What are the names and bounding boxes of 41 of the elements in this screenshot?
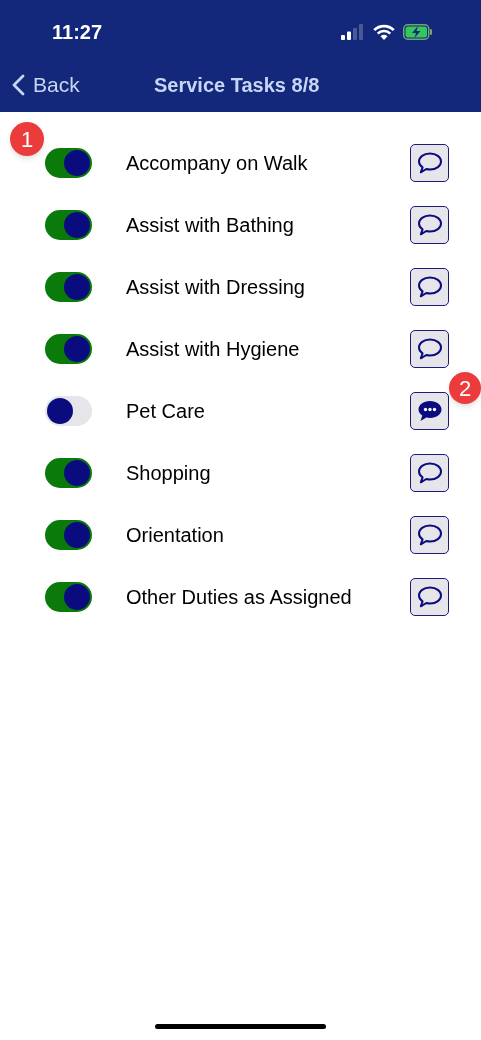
toggle-switch[interactable] — [45, 582, 92, 612]
toggle-switch[interactable] — [45, 148, 92, 178]
toggle-switch[interactable] — [45, 210, 92, 240]
task-label: Accompany on Walk — [126, 151, 309, 176]
chat-bubble-icon — [416, 213, 443, 237]
back-button[interactable]: Back — [0, 69, 80, 101]
task-label: Orientation — [126, 523, 225, 548]
task-label: Assist with Bathing — [126, 213, 295, 238]
task-label: Other Duties as Assigned — [126, 585, 353, 610]
task-label: Pet Care — [126, 399, 206, 424]
chat-bubble-dots-icon — [416, 399, 443, 423]
chat-bubble-icon — [416, 461, 443, 485]
note-button[interactable] — [410, 454, 449, 492]
chat-bubble-icon — [416, 523, 443, 547]
screen-title: Service Tasks 8/8 — [154, 73, 320, 98]
note-button[interactable] — [410, 578, 449, 616]
toggle-switch[interactable] — [45, 334, 92, 364]
signal-icon — [341, 24, 365, 40]
toggle-switch[interactable] — [45, 458, 92, 488]
toggle-switch[interactable] — [45, 396, 92, 426]
chat-bubble-icon — [416, 337, 443, 361]
chevron-left-icon — [12, 74, 25, 96]
wifi-icon — [373, 24, 395, 40]
note-button[interactable] — [410, 392, 449, 430]
task-label: Assist with Hygiene — [126, 337, 301, 362]
note-button[interactable] — [410, 268, 449, 306]
note-button[interactable] — [410, 516, 449, 554]
task-label: Shopping — [126, 461, 212, 486]
status-time: 11:27 — [52, 20, 103, 45]
note-button[interactable] — [410, 144, 449, 182]
task-label: Assist with Dressing — [126, 275, 306, 300]
number-badge: 1 — [10, 122, 44, 156]
toggle-switch[interactable] — [45, 272, 92, 302]
chat-bubble-icon — [416, 151, 443, 175]
toggle-switch[interactable] — [45, 520, 92, 550]
number-badge: 2 — [449, 372, 481, 404]
note-button[interactable] — [410, 206, 449, 244]
battery-charging-icon — [403, 24, 433, 40]
chat-bubble-icon — [416, 275, 443, 299]
chat-bubble-icon — [416, 585, 443, 609]
note-button[interactable] — [410, 330, 449, 368]
